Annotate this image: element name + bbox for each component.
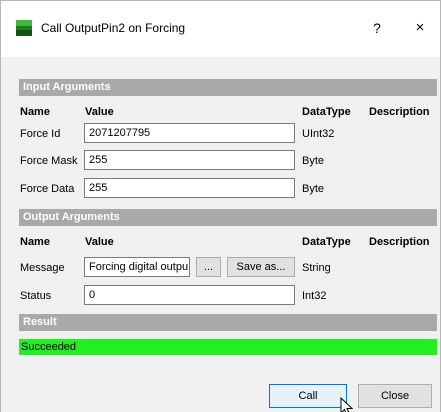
force-mask-label: Force Mask [20,155,78,167]
input-datatype-column-header: DataType [302,106,351,118]
close-window-button[interactable]: × [409,18,431,38]
output-value-column-header: Value [85,236,114,248]
close-button[interactable]: Close [358,384,432,408]
status-datatype: Int32 [302,290,327,302]
force-id-field[interactable]: 2071207795 [84,123,295,143]
title-bar: Call OutputPin2 on Forcing ? × [1,1,440,57]
input-name-column-header: Name [20,106,50,118]
dialog-client-area: Input Arguments Name Value DataType Desc… [1,57,440,412]
force-mask-field[interactable]: 255 [84,150,295,170]
input-value-column-header: Value [85,106,114,118]
mouse-pointer-icon [340,397,354,412]
output-arguments-header: Output Arguments [19,209,437,226]
force-data-field[interactable]: 255 [84,178,295,198]
call-button[interactable]: Call [269,384,347,408]
status-field[interactable]: 0 [84,285,295,305]
dialog-window: Call OutputPin2 on Forcing ? × Input Arg… [0,0,441,412]
force-data-datatype: Byte [302,183,325,195]
output-name-column-header: Name [20,236,50,248]
status-label: Status [20,290,52,302]
message-field[interactable]: Forcing digital outpu [84,257,190,277]
help-button[interactable]: ? [366,18,388,38]
force-id-datatype: UInt32 [302,128,335,140]
message-label: Message [20,262,65,274]
input-arguments-header: Input Arguments [19,79,437,96]
save-as-button[interactable]: Save as... [227,257,295,277]
force-mask-datatype: Byte [302,155,325,167]
input-description-column-header: Description [369,106,430,118]
output-description-column-header: Description [369,236,430,248]
force-id-label: Force Id [20,128,61,140]
app-icon [16,20,32,36]
result-header: Result [19,314,437,331]
force-data-label: Force Data [20,183,75,195]
result-status-bar: Succeeded [19,339,437,355]
browse-button[interactable]: ... [196,257,221,277]
message-datatype: String [302,262,331,274]
output-datatype-column-header: DataType [302,236,351,248]
window-title: Call OutputPin2 on Forcing [41,21,186,35]
